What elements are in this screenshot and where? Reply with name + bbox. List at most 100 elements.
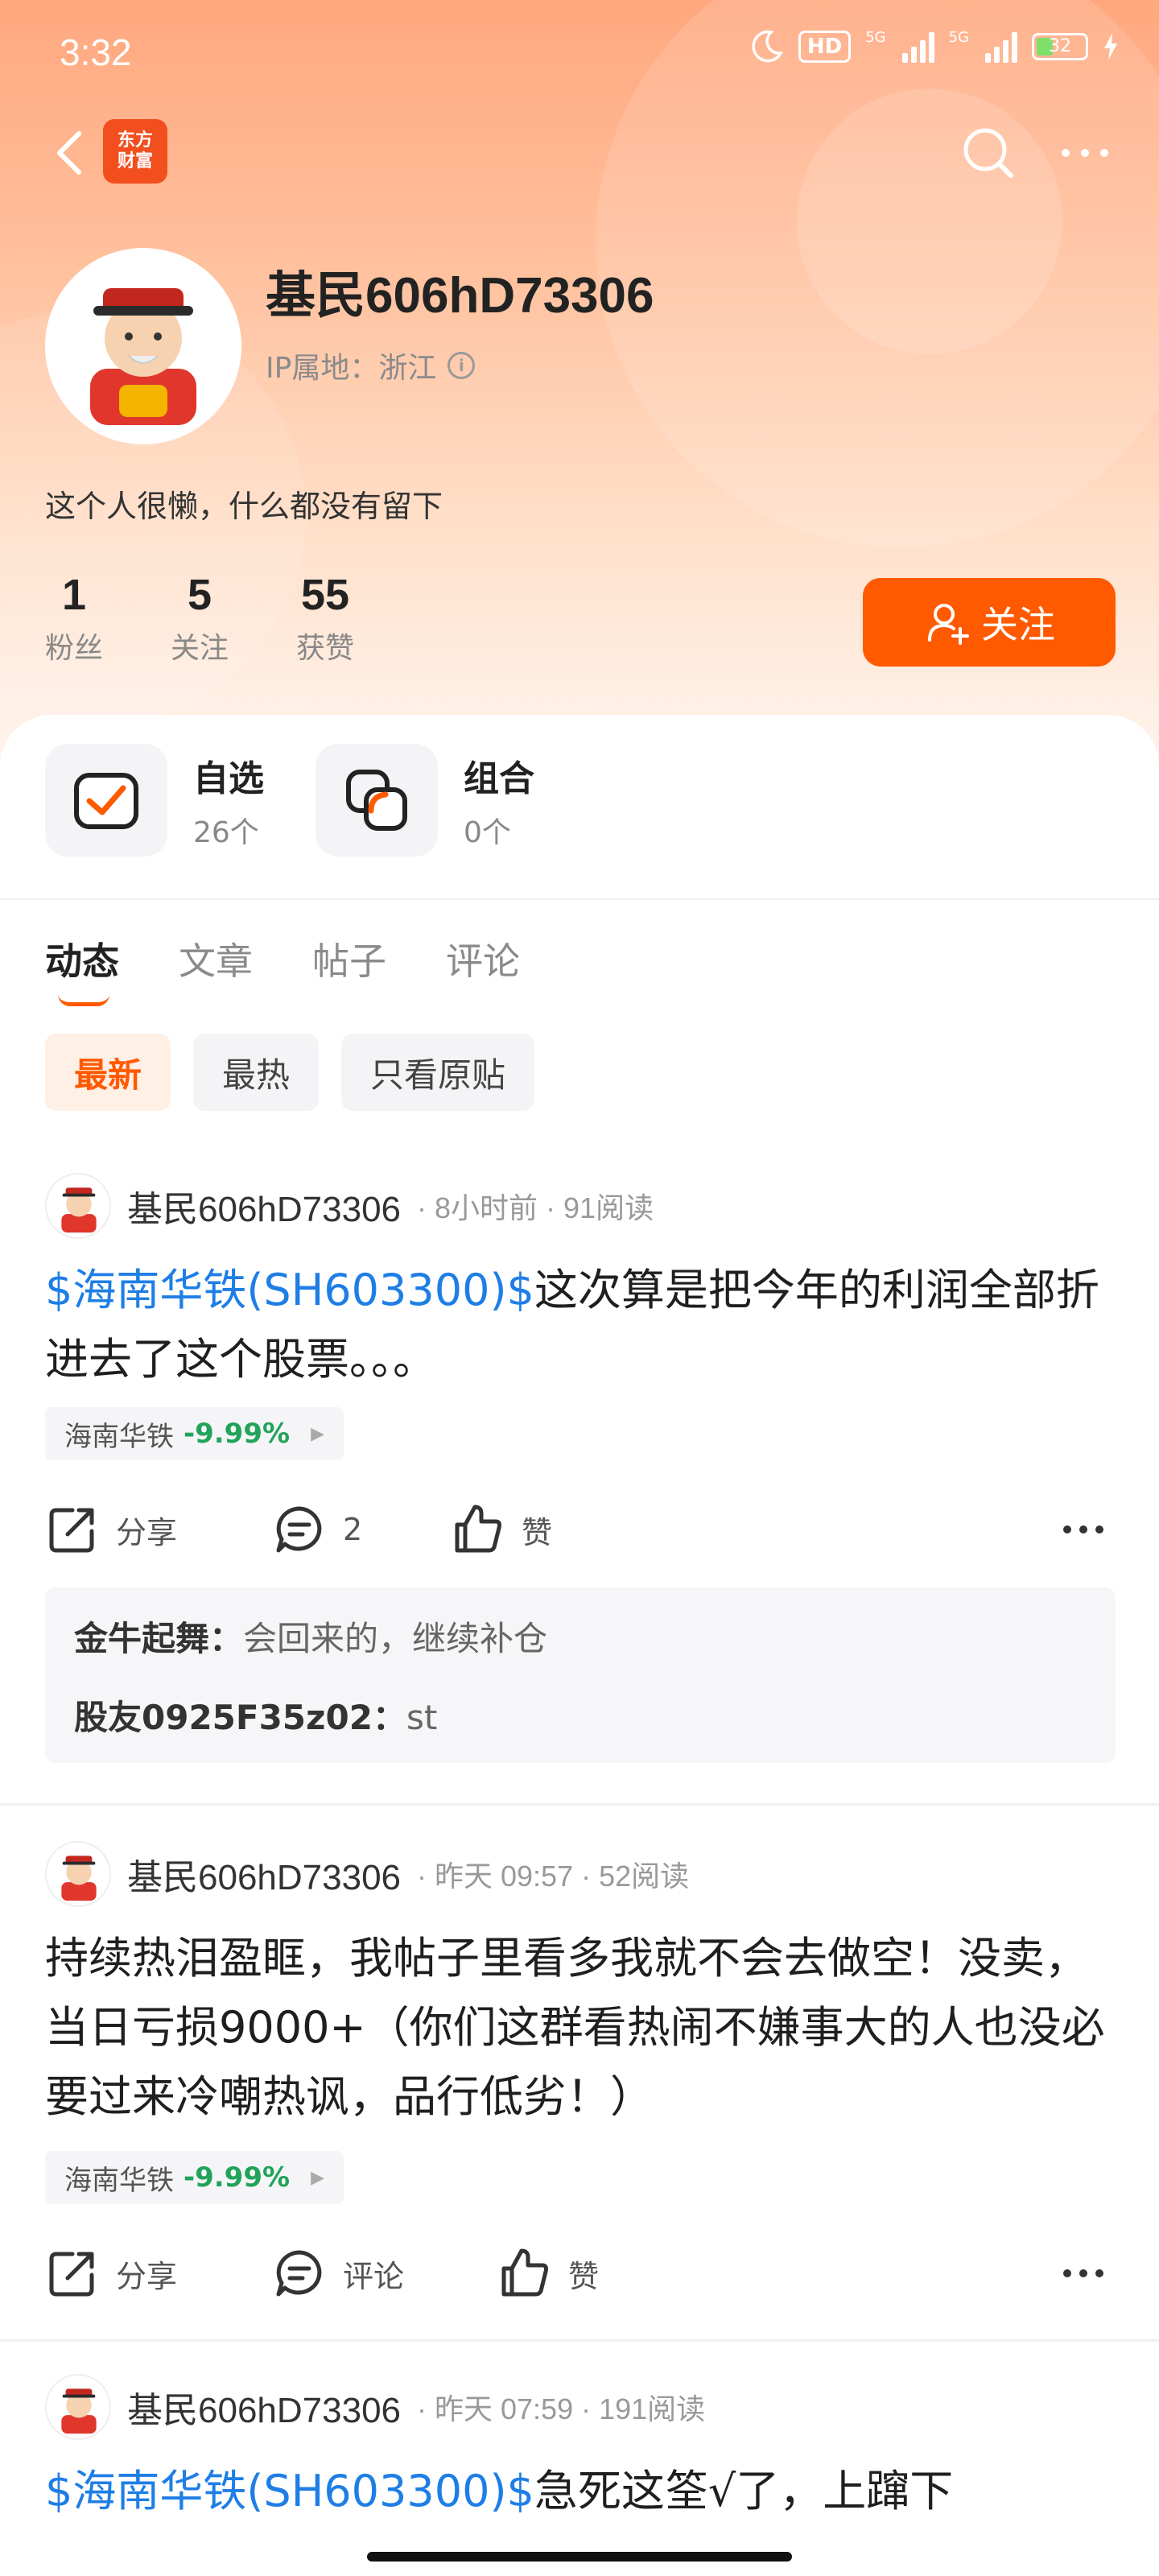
ip-location: IP属地：浙江 i: [266, 345, 476, 386]
comment-text: 会回来的，继续补仓: [243, 1619, 548, 1658]
tab-articles[interactable]: 文章: [179, 932, 253, 985]
more-options-button[interactable]: [1051, 119, 1119, 187]
post-text: 持续热泪盈眶，我帖子里看多我就不会去做空！没卖，当日亏损9000+（你们这群看热…: [45, 1933, 1105, 2122]
stock-change: -9.99%: [184, 2161, 291, 2194]
quick-link-count: 0个: [464, 816, 511, 849]
quick-link-count: 26个: [193, 816, 259, 849]
author-avatar[interactable]: [45, 1841, 111, 1907]
post-more-button[interactable]: [1051, 2241, 1116, 2306]
comment-button[interactable]: 评论: [272, 2241, 404, 2306]
tab-comments[interactable]: 评论: [446, 932, 520, 985]
status-time: 3:32: [60, 31, 132, 73]
status-bar: 3:32 HD 5G 5G 32: [0, 0, 1159, 105]
comment-label: 评论: [343, 2258, 405, 2294]
author-name[interactable]: 基民606hD73306: [127, 1848, 401, 1900]
author-avatar[interactable]: [45, 2374, 111, 2440]
stat-label: 粉丝: [45, 632, 104, 665]
network-label: 5G: [865, 29, 886, 46]
post-content[interactable]: 持续热泪盈眶，我帖子里看多我就不会去做空！没卖，当日亏损9000+（你们这群看热…: [45, 1924, 1107, 2132]
stat-likes[interactable]: 55 获赞: [296, 570, 354, 667]
like-label: 赞: [568, 2258, 600, 2294]
share-label: 分享: [116, 1514, 178, 1550]
quick-link-portfolio[interactable]: 组合 0个: [316, 744, 534, 857]
post-meta: · 8小时前 · 91阅读: [417, 1191, 654, 1224]
commenter-name[interactable]: 股友0925F35z02：: [74, 1698, 406, 1737]
stock-tag[interactable]: 海南华铁 -9.99% ▶: [45, 1407, 344, 1460]
filter-latest[interactable]: 最新: [45, 1034, 171, 1111]
stat-value: 1: [61, 571, 87, 619]
profile-stats: 1 粉丝 5 关注 55 获赞: [45, 570, 354, 667]
signal-icon: [901, 31, 934, 63]
profile-bio: 这个人很懒，什么都没有留下: [45, 489, 443, 524]
profile-avatar[interactable]: [45, 248, 241, 444]
post-header: 基民606hD73306 · 昨天 09:57 · 52阅读: [45, 1840, 689, 1908]
info-icon[interactable]: i: [448, 352, 476, 379]
follow-button[interactable]: 关注: [863, 578, 1116, 667]
quick-links: 自选 26个 组合 0个: [45, 744, 534, 857]
stat-followers[interactable]: 1 粉丝: [45, 570, 103, 667]
triangle-right-icon: ▶: [311, 1423, 324, 1444]
stock-ticker-link[interactable]: $海南华铁(SH603300)$: [45, 2466, 534, 2516]
more-dots-icon: [1063, 2269, 1103, 2277]
thumbs-up-icon: [455, 1505, 501, 1553]
share-button[interactable]: 分享: [45, 2241, 177, 2306]
comment-button[interactable]: 2: [272, 1497, 362, 1562]
filter-hottest[interactable]: 最热: [193, 1034, 320, 1111]
post-header: 基民606hD73306 · 昨天 07:59 · 191阅读: [45, 2373, 705, 2441]
post-more-button[interactable]: [1051, 1497, 1116, 1562]
comment-count: 2: [343, 1512, 363, 1547]
stock-tag[interactable]: 海南华铁 -9.99% ▶: [45, 2151, 344, 2204]
content-card: 自选 26个 组合 0个 动态 文章 帖子 评论 最新 最热 只看原贴 基民60…: [0, 715, 1159, 2576]
post-item[interactable]: 基民606hD73306 · 8小时前 · 91阅读 $海南华铁(SH60330…: [0, 1172, 1159, 1763]
post-content[interactable]: $海南华铁(SH603300)$这次算是把今年的利润全部折进去了这个股票。。。: [45, 1256, 1107, 1394]
top-navigation-bar: 东方 财富: [0, 113, 1159, 193]
comment-preview[interactable]: 金牛起舞：会回来的，继续补仓 股友0925F35z02：st: [45, 1587, 1116, 1763]
section-divider: [0, 898, 1159, 900]
ip-location-label: IP属地：浙江: [266, 352, 437, 385]
post-item[interactable]: 基民606hD73306 · 昨天 07:59 · 191阅读 $海南华铁(SH…: [0, 2373, 1159, 2576]
post-header: 基民606hD73306 · 8小时前 · 91阅读: [45, 1172, 654, 1240]
tab-activity[interactable]: 动态: [45, 932, 119, 1006]
tab-posts[interactable]: 帖子: [312, 932, 386, 985]
like-button[interactable]: 赞: [497, 2241, 599, 2306]
post-item[interactable]: 基民606hD73306 · 昨天 09:57 · 52阅读 持续热泪盈眶，我帖…: [0, 1840, 1159, 2297]
share-button[interactable]: 分享: [45, 1497, 177, 1562]
share-label: 分享: [116, 2258, 178, 2294]
tab-label: 评论: [446, 939, 520, 983]
filter-chips: 最新 最热 只看原贴: [45, 1034, 535, 1111]
back-button[interactable]: [40, 121, 105, 185]
post-meta: · 昨天 07:59 · 191阅读: [417, 2392, 706, 2425]
quick-link-title: 组合: [464, 758, 534, 799]
post-separator: [0, 1803, 1159, 1806]
author-name[interactable]: 基民606hD73306: [127, 2381, 401, 2433]
stock-ticker-link[interactable]: $海南华铁(SH603300)$: [45, 1265, 534, 1315]
filter-original-only[interactable]: 只看原贴: [341, 1034, 535, 1111]
post-actions: 分享 评论 赞: [45, 2241, 1116, 2306]
portfolio-icon: [316, 744, 438, 857]
author-name[interactable]: 基民606hD73306: [127, 1180, 401, 1232]
search-button[interactable]: [955, 119, 1022, 187]
search-icon: [963, 128, 1013, 178]
stat-following[interactable]: 5 关注: [171, 570, 229, 667]
back-arrow-icon: [57, 131, 81, 175]
hd-badge: HD: [798, 31, 852, 63]
tab-label: 文章: [179, 939, 253, 983]
stat-value: 55: [301, 571, 350, 619]
post-meta: · 昨天 09:57 · 52阅读: [417, 1860, 690, 1893]
avatar-icon: [90, 288, 196, 425]
post-content[interactable]: $海南华铁(SH603300)$急死这筌√了，上蹿下: [45, 2457, 1107, 2526]
triangle-right-icon: ▶: [311, 2167, 324, 2188]
tab-label: 动态: [45, 939, 119, 983]
comment-text: st: [406, 1698, 438, 1737]
author-avatar[interactable]: [45, 1173, 111, 1239]
moon-icon: [752, 30, 783, 63]
stat-value: 5: [188, 571, 212, 619]
battery-icon: 32: [1032, 33, 1088, 60]
more-dots-icon: [1062, 149, 1108, 157]
quick-link-watchlist[interactable]: 自选 26个: [45, 744, 264, 857]
home-indicator[interactable]: [367, 2552, 792, 2562]
network-label: 5G: [948, 29, 969, 46]
like-button[interactable]: 赞: [451, 1497, 552, 1562]
charging-icon: [1104, 33, 1117, 60]
commenter-name[interactable]: 金牛起舞：: [74, 1619, 243, 1658]
